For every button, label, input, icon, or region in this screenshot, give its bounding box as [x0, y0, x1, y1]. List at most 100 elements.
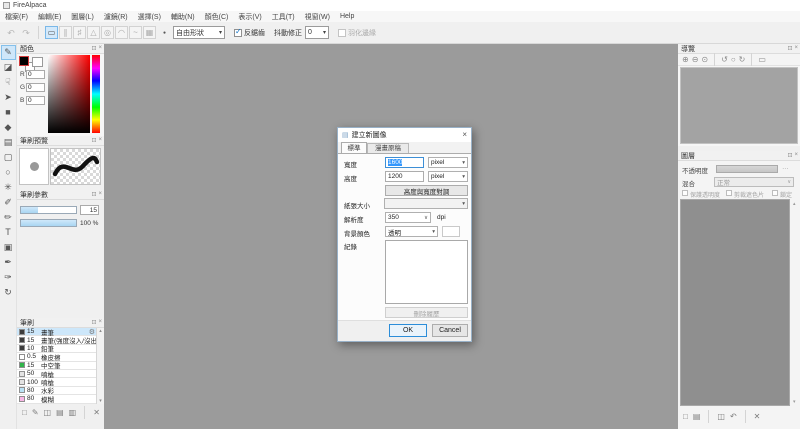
- eraser-tool-icon[interactable]: ◪: [1, 60, 16, 75]
- primary-color-swatch[interactable]: [19, 56, 29, 66]
- duplicate-brush-icon[interactable]: ◫: [44, 408, 52, 417]
- resolution-select[interactable]: 350 ∨: [385, 212, 431, 223]
- scroll-up-icon[interactable]: ▴: [793, 201, 796, 207]
- r-input[interactable]: 0: [26, 70, 45, 79]
- paper-size-select[interactable]: ▾: [384, 198, 468, 209]
- background-color-select[interactable]: 透明 ▾: [385, 226, 438, 237]
- b-input[interactable]: 0: [26, 96, 45, 105]
- scroll-down-icon[interactable]: ▾: [793, 399, 796, 405]
- edit-brush-icon[interactable]: ✎: [32, 408, 39, 417]
- brush-folder-icon[interactable]: ▤: [56, 408, 64, 417]
- tab-standard[interactable]: 標準: [341, 142, 367, 153]
- add-layer-icon[interactable]: □: [683, 412, 688, 421]
- menu-item-4[interactable]: 選擇(S): [133, 12, 166, 22]
- width-input[interactable]: 1600: [385, 157, 424, 168]
- g-input[interactable]: 0: [26, 83, 45, 92]
- select-eraser-tool-icon[interactable]: ✏: [1, 210, 16, 225]
- lock-layer-checkbox[interactable]: [772, 190, 778, 196]
- close-panel-icon[interactable]: ×: [794, 152, 798, 159]
- delete-layer-icon[interactable]: ✕: [754, 412, 761, 421]
- menu-item-8[interactable]: 工具(T): [267, 12, 300, 22]
- fit-window-icon[interactable]: ▭: [758, 55, 766, 64]
- menu-item-10[interactable]: Help: [335, 13, 359, 20]
- shape-select[interactable]: 自由形狀 ▾: [173, 26, 225, 39]
- navigator-preview[interactable]: [680, 67, 798, 144]
- width-unit-select[interactable]: pixel ▾: [428, 157, 468, 168]
- rotate-ccw-icon[interactable]: ↺: [721, 55, 728, 64]
- zoom-out-icon[interactable]: ⊖: [692, 55, 699, 64]
- feather-checkbox[interactable]: 羽化邊緣: [338, 28, 376, 38]
- protect-alpha-checkbox[interactable]: [682, 190, 688, 196]
- float-panel-icon[interactable]: ⊡: [91, 137, 96, 144]
- brush-size-value[interactable]: 15: [80, 205, 99, 215]
- height-unit-select[interactable]: pixel ▾: [428, 171, 468, 182]
- snap-crisscross-icon[interactable]: ♯: [73, 26, 86, 39]
- snap-off-icon[interactable]: ▭: [45, 26, 58, 39]
- ok-button[interactable]: OK: [389, 324, 427, 337]
- brush-stroke-tool-icon[interactable]: ✑: [1, 270, 16, 285]
- brush-row-8[interactable]: 80模糊: [17, 395, 96, 403]
- hue-slider[interactable]: [92, 55, 100, 133]
- snap-vanishing-icon[interactable]: △: [87, 26, 100, 39]
- scroll-down-icon[interactable]: ▾: [99, 398, 102, 404]
- height-input[interactable]: 1200: [385, 171, 424, 182]
- float-panel-icon[interactable]: ⊡: [787, 152, 792, 159]
- redo-icon[interactable]: ↷: [20, 27, 32, 39]
- add-brush-icon[interactable]: □: [22, 408, 27, 417]
- scroll-up-icon[interactable]: ▴: [99, 328, 102, 334]
- float-panel-icon[interactable]: ⊡: [787, 45, 792, 52]
- rotate-view-tool-icon[interactable]: ↻: [1, 285, 16, 300]
- duplicate-layer-icon[interactable]: ◫: [717, 412, 725, 421]
- add-layer-folder-icon[interactable]: ▤: [693, 412, 701, 421]
- gradient-tool-icon[interactable]: ▤: [1, 135, 16, 150]
- import-brush-icon[interactable]: ▥: [69, 408, 77, 417]
- menu-item-9[interactable]: 視窗(W): [300, 12, 335, 22]
- magic-wand-tool-icon[interactable]: ✳: [1, 180, 16, 195]
- delete-history-button[interactable]: 刪除履歷: [385, 307, 468, 318]
- menu-item-6[interactable]: 顏色(C): [200, 12, 234, 22]
- swap-width-height-button[interactable]: 高度與寬度對調: [385, 185, 468, 196]
- layer-opacity-slider[interactable]: [716, 165, 778, 173]
- float-panel-icon[interactable]: ⊡: [91, 319, 96, 326]
- close-panel-icon[interactable]: ×: [794, 45, 798, 52]
- cancel-button[interactable]: Cancel: [432, 324, 468, 337]
- float-panel-icon[interactable]: ⊡: [91, 191, 96, 198]
- menu-item-0[interactable]: 檔案(F): [0, 12, 33, 22]
- brush-opacity-slider[interactable]: [20, 219, 77, 227]
- tab-comic[interactable]: 漫畫原稿: [367, 143, 409, 153]
- history-listbox[interactable]: [385, 240, 468, 304]
- select-rect-tool-icon[interactable]: ▢: [1, 150, 16, 165]
- delete-brush-icon[interactable]: ✕: [93, 408, 100, 417]
- layer-blend-select[interactable]: 正常 ∨: [714, 177, 794, 187]
- close-panel-icon[interactable]: ×: [98, 45, 102, 52]
- menu-item-3[interactable]: 濾鏡(R): [99, 12, 133, 22]
- snap-circle-icon[interactable]: ◠: [115, 26, 128, 39]
- snap-curve-icon[interactable]: ~: [129, 26, 142, 39]
- undo-icon[interactable]: ↶: [5, 27, 17, 39]
- merge-layer-icon[interactable]: ↶: [730, 412, 737, 421]
- snap-edit-icon[interactable]: ▦: [143, 26, 156, 39]
- move-tool-icon[interactable]: ➤: [1, 90, 16, 105]
- fill-tool-icon[interactable]: ■: [1, 105, 16, 120]
- saturation-value-picker[interactable]: [48, 55, 90, 133]
- close-panel-icon[interactable]: ×: [98, 137, 102, 144]
- brush-list-scrollbar[interactable]: ▴ ▾: [96, 328, 104, 404]
- rotate-reset-icon[interactable]: ○: [731, 55, 736, 64]
- text-tool-icon[interactable]: T: [1, 225, 16, 240]
- close-panel-icon[interactable]: ×: [98, 319, 102, 326]
- zoom-reset-icon[interactable]: ⊙: [701, 55, 708, 64]
- menu-item-1[interactable]: 編輯(E): [33, 12, 66, 22]
- layer-list[interactable]: [680, 199, 790, 406]
- zoom-in-icon[interactable]: ⊕: [682, 55, 689, 64]
- lasso-tool-icon[interactable]: ○: [1, 165, 16, 180]
- eyedropper-tool-icon[interactable]: ✒: [1, 255, 16, 270]
- pen-tool-icon[interactable]: ✎: [1, 45, 16, 60]
- brush-size-slider[interactable]: [20, 206, 77, 214]
- menu-item-5[interactable]: 輔助(N): [166, 12, 200, 22]
- background-color-swatch-button[interactable]: [442, 226, 460, 237]
- operation-tool-icon[interactable]: ▣: [1, 240, 16, 255]
- rotate-cw-icon[interactable]: ↻: [739, 55, 746, 64]
- finger-tool-icon[interactable]: ☟: [1, 75, 16, 90]
- transparent-color-swatch[interactable]: [32, 57, 43, 67]
- menu-item-7[interactable]: 表示(V): [233, 12, 266, 22]
